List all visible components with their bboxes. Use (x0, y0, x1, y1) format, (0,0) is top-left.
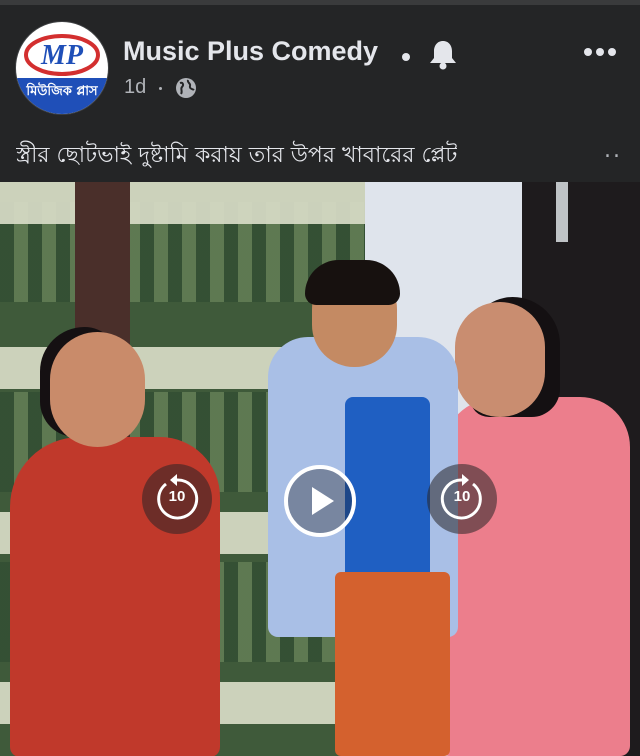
play-icon (312, 487, 334, 515)
see-more-ellipsis[interactable]: ... (604, 138, 624, 163)
forward-seconds-label: 10 (453, 488, 471, 505)
post-time[interactable]: 1d (124, 76, 146, 99)
video-player[interactable]: 10 10 (0, 182, 640, 756)
page-avatar[interactable]: MP মিউজিক প্লাস (16, 22, 108, 114)
more-options-icon[interactable] (580, 40, 620, 64)
play-button[interactable] (284, 465, 356, 537)
caption-text: স্ত্রীর ছোটভাই দুষ্টামি করায় তার উপর খা… (16, 143, 458, 168)
man-vest (345, 397, 430, 582)
bell-icon[interactable] (428, 38, 458, 70)
forward-10-button[interactable]: 10 (427, 464, 497, 534)
door-latch (556, 182, 568, 242)
woman-right-saree (440, 397, 630, 756)
time-separator-dot (159, 87, 162, 90)
avatar-logo: MP (24, 34, 100, 76)
post-caption[interactable]: স্ত্রীর ছোটভাই দুষ্টামি করায় তার উপর খা… (16, 138, 624, 175)
avatar-brand-text: মিউজিক প্লাস (26, 84, 98, 99)
woman-right-face (455, 302, 545, 417)
globe-icon (175, 77, 197, 99)
rewind-seconds-label: 10 (168, 488, 186, 505)
man-hair (305, 260, 400, 305)
page-name-link[interactable]: Music Plus Comedy (123, 36, 378, 67)
separator-dot (402, 53, 410, 61)
man-pants (335, 572, 450, 756)
curtain-stripe (0, 182, 365, 224)
svg-text:MP: MP (40, 40, 84, 71)
rewind-10-button[interactable]: 10 (142, 464, 212, 534)
top-divider (0, 0, 640, 5)
woman-left-face (50, 332, 145, 447)
